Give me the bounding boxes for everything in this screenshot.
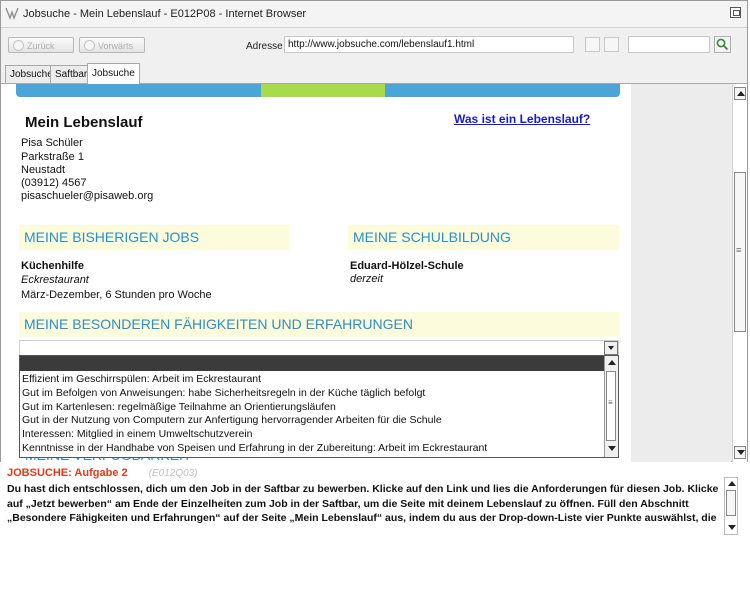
skills-dropdown-list[interactable]: Effizient im Geschirrspülen: Arbeit im E…	[19, 355, 619, 458]
scroll-up-icon[interactable]	[606, 357, 616, 369]
bookmark-icon[interactable]	[585, 37, 600, 52]
title-bar: Jobsuche - Mein Lebenslauf - E012P08 - I…	[1, 1, 747, 28]
job-employer: Eckrestaurant	[21, 274, 89, 286]
job-period: März-Dezember, 6 Stunden pro Woche	[21, 289, 212, 301]
scroll-down-icon[interactable]	[606, 443, 616, 455]
address-input[interactable]	[284, 36, 574, 53]
task-scroll-thumb[interactable]	[726, 490, 736, 516]
list-item[interactable]: Effizient im Geschirrspülen: Arbeit im E…	[22, 373, 261, 385]
page-side-gutter	[631, 84, 731, 462]
list-item[interactable]: Gut im Kartenlesen: regelmäßige Teilnahm…	[22, 401, 336, 413]
page-scrollbar[interactable]	[732, 84, 747, 462]
toolbar: Zurück Vorwärts Adresse	[1, 28, 747, 62]
skills-dropdown[interactable]	[19, 340, 619, 356]
back-button[interactable]: Zurück	[8, 37, 74, 53]
school-period: derzeit	[350, 273, 384, 285]
browser-window: Jobsuche - Mein Lebenslauf - E012P08 - I…	[0, 0, 748, 462]
contact-email: pisaschueler@pisaweb.org	[21, 190, 154, 202]
list-item[interactable]: Gut in der Nutzung von Computern zur Anf…	[22, 414, 442, 426]
school-name: Eduard-Hölzel-Schule	[350, 260, 464, 272]
task-title: JOBSUCHE: Aufgabe 2	[7, 467, 128, 479]
list-item[interactable]: Interessen: Mitglied in einem Umweltschu…	[22, 428, 253, 440]
dropdown-selected-row[interactable]	[20, 356, 606, 371]
task-scrollbar[interactable]	[724, 477, 738, 535]
page-scroll-thumb[interactable]	[734, 172, 746, 332]
list-item[interactable]: Gut im Befolgen von Anweisungen: habe Si…	[22, 387, 425, 399]
forward-arrow-icon	[84, 40, 95, 51]
contact-street: Parkstraße 1	[21, 151, 84, 163]
skills-heading: MEINE BESONDEREN FÄHIGKEITEN UND ERFAHRU…	[19, 312, 619, 337]
task-panel: JOBSUCHE: Aufgabe 2 (E012Q03) Du hast di…	[7, 467, 722, 524]
task-instructions: Du hast dich entschlossen, dich um den J…	[7, 483, 719, 525]
maximize-icon[interactable]	[730, 7, 741, 18]
back-arrow-icon	[13, 40, 24, 51]
task-id: (E012Q03)	[148, 468, 198, 479]
contact-name: Pisa Schüler	[21, 137, 83, 149]
scroll-down-icon[interactable]	[734, 446, 746, 459]
forward-button[interactable]: Vorwärts	[79, 37, 145, 53]
school-heading: MEINE SCHULBILDUNG	[348, 225, 619, 250]
page-title: Mein Lebenslauf	[25, 114, 143, 131]
address-label: Adresse	[246, 41, 283, 52]
scroll-up-icon[interactable]	[726, 478, 736, 490]
search-input[interactable]	[628, 36, 710, 53]
jobs-heading: MEINE BISHERIGEN JOBS	[19, 225, 289, 250]
browser-logo-icon	[5, 7, 19, 20]
tab-bar: Jobsuche Saftbar Jobsuche	[1, 63, 747, 84]
window-title: Jobsuche - Mein Lebenslauf - E012P08 - I…	[23, 8, 307, 20]
page-icon[interactable]	[604, 37, 619, 52]
dropdown-scrollbar[interactable]	[604, 356, 618, 457]
list-item[interactable]: Kenntnisse in der Handhabe von Speisen u…	[22, 442, 487, 454]
back-button-label: Zurück	[27, 41, 55, 51]
contact-city: Neustadt	[21, 164, 66, 176]
forward-button-label: Vorwärts	[98, 41, 134, 51]
job-title: Küchenhilfe	[21, 260, 84, 272]
search-button[interactable]	[714, 36, 731, 53]
page-header-bar-active	[261, 84, 385, 97]
magnifier-icon	[716, 38, 729, 51]
page-content: Mein Lebenslauf Was ist ein Lebenslauf? …	[1, 84, 731, 462]
task-title-line: JOBSUCHE: Aufgabe 2 (E012Q03)	[7, 467, 722, 479]
dropdown-scroll-thumb[interactable]	[606, 371, 616, 441]
tab-saftbar[interactable]: Saftbar	[50, 65, 93, 83]
contact-phone: (03912) 4567	[21, 177, 87, 189]
chevron-down-icon[interactable]	[604, 341, 618, 355]
tab-jobsuche-active[interactable]: Jobsuche	[87, 63, 140, 84]
scroll-up-icon[interactable]	[734, 87, 746, 100]
scroll-down-icon[interactable]	[726, 522, 736, 534]
help-link[interactable]: Was ist ein Lebenslauf?	[454, 112, 590, 126]
